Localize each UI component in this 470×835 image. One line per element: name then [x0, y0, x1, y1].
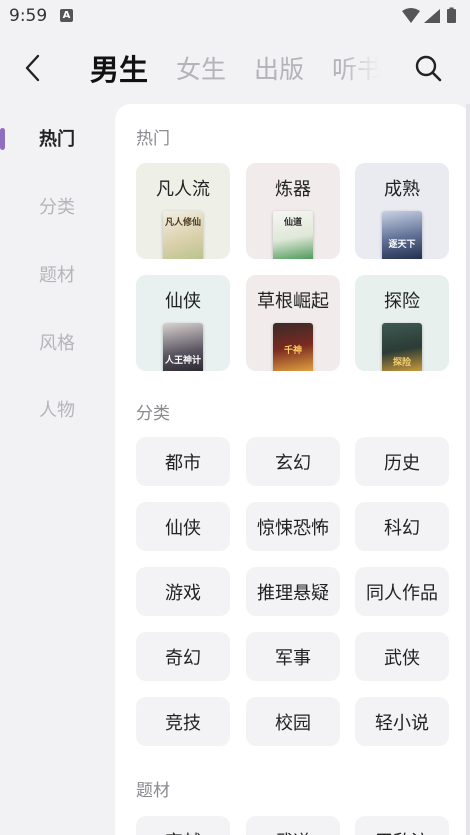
book-cover: 逐天下 — [382, 211, 422, 259]
status-icons — [400, 7, 462, 25]
sidebar-item-label: 分类 — [39, 197, 75, 218]
tab-publish[interactable]: 出版 — [254, 50, 304, 86]
category-chip[interactable]: 奇幻 — [136, 632, 230, 681]
book-cover-title: 凡人修仙 — [164, 218, 201, 228]
hot-card-fanrenliu[interactable]: 凡人流 凡人修仙 — [136, 163, 230, 259]
sidebar-item-style[interactable]: 风格 — [0, 322, 114, 362]
category-chip[interactable]: 校园 — [246, 697, 340, 746]
book-cover-title: 仙道 — [283, 218, 302, 228]
book-cover-title: 千神 — [283, 346, 302, 356]
hot-card-label: 仙侠 — [165, 291, 201, 312]
category-chip[interactable]: 仙侠 — [136, 502, 230, 551]
hot-card-lianqi[interactable]: 炼器 仙道 — [246, 163, 340, 259]
sidebar-item-label: 题材 — [39, 265, 75, 286]
category-chip[interactable]: 都市 — [136, 437, 230, 486]
status-bar: 9:59 A — [0, 0, 470, 32]
category-chip[interactable]: 惊悚恐怖 — [246, 502, 340, 551]
book-cover: 人王神计 — [163, 323, 203, 371]
category-chip[interactable]: 竞技 — [136, 697, 230, 746]
category-chip[interactable]: 科幻 — [355, 502, 449, 551]
search-button[interactable] — [410, 50, 446, 86]
category-chip[interactable]: 玄幻 — [246, 437, 340, 486]
search-icon — [415, 55, 442, 82]
category-chip[interactable]: 推理悬疑 — [246, 567, 340, 616]
hot-card-label: 草根崛起 — [257, 291, 329, 312]
hot-card-label: 探险 — [384, 291, 420, 312]
category-chip[interactable]: 游戏 — [136, 567, 230, 616]
category-chip[interactable]: 武侠 — [355, 632, 449, 681]
wifi-icon — [402, 8, 420, 23]
section-title-hot: 热门 — [136, 129, 170, 149]
book-cover: 探险 — [382, 323, 422, 371]
tab-audiobook[interactable]: 听书 — [332, 50, 380, 86]
sidebar-item-hot[interactable]: 热门 — [0, 118, 114, 158]
hot-card-label: 成熟 — [384, 179, 420, 200]
chevron-left-icon — [25, 54, 40, 82]
hot-card-label: 炼器 — [275, 179, 311, 200]
content-panel: 热门 凡人流 凡人修仙 炼器 仙道 成熟 逐天下 仙侠 人王神计 草根崛起 千神… — [115, 104, 470, 835]
category-chip[interactable]: 轻小说 — [355, 697, 449, 746]
sidebar-item-label: 热门 — [39, 129, 75, 150]
book-cover-title: 人王神计 — [164, 356, 201, 366]
theme-chip[interactable]: 无敌流 — [355, 816, 449, 835]
book-cover-title: 逐天下 — [388, 240, 416, 250]
gender-tabs: 男生 女生 出版 听书 — [90, 40, 380, 96]
section-title-theme: 题材 — [136, 781, 170, 801]
book-cover: 凡人修仙 — [163, 211, 203, 259]
theme-chip[interactable]: 武道 — [246, 816, 340, 835]
top-header: 男生 女生 出版 听书 — [0, 40, 470, 96]
sidebar-item-character[interactable]: 人物 — [0, 389, 114, 429]
signal-icon — [424, 9, 440, 23]
hot-card-xianxia[interactable]: 仙侠 人王神计 — [136, 275, 230, 371]
tab-female[interactable]: 女生 — [176, 50, 226, 86]
book-cover: 仙道 — [273, 211, 313, 259]
hot-card-label: 凡人流 — [156, 179, 210, 200]
battery-icon — [447, 7, 456, 23]
sidebar-item-label: 风格 — [39, 333, 75, 354]
status-time: 9:59 — [9, 6, 48, 26]
book-cover: 千神 — [273, 323, 313, 371]
sidebar-item-category[interactable]: 分类 — [0, 186, 114, 226]
sidebar-item-theme[interactable]: 题材 — [0, 254, 114, 294]
category-chip[interactable]: 同人作品 — [355, 567, 449, 616]
hot-card-tanxian[interactable]: 探险 探险 — [355, 275, 449, 371]
category-sidebar: 热门 分类 题材 风格 人物 — [0, 104, 114, 835]
hot-card-chengshu[interactable]: 成熟 逐天下 — [355, 163, 449, 259]
tab-male[interactable]: 男生 — [90, 47, 148, 89]
section-title-category: 分类 — [136, 404, 170, 424]
hot-card-caogenjueqi[interactable]: 草根崛起 千神 — [246, 275, 340, 371]
background-strip — [466, 104, 470, 835]
book-cover-title: 探险 — [392, 358, 411, 368]
notification-icon: A — [60, 9, 73, 22]
back-button[interactable] — [16, 48, 50, 88]
sidebar-item-label: 人物 — [39, 400, 75, 421]
category-chip[interactable]: 历史 — [355, 437, 449, 486]
active-indicator — [0, 128, 5, 150]
theme-chip[interactable]: 穿越 — [136, 816, 230, 835]
category-chip[interactable]: 军事 — [246, 632, 340, 681]
